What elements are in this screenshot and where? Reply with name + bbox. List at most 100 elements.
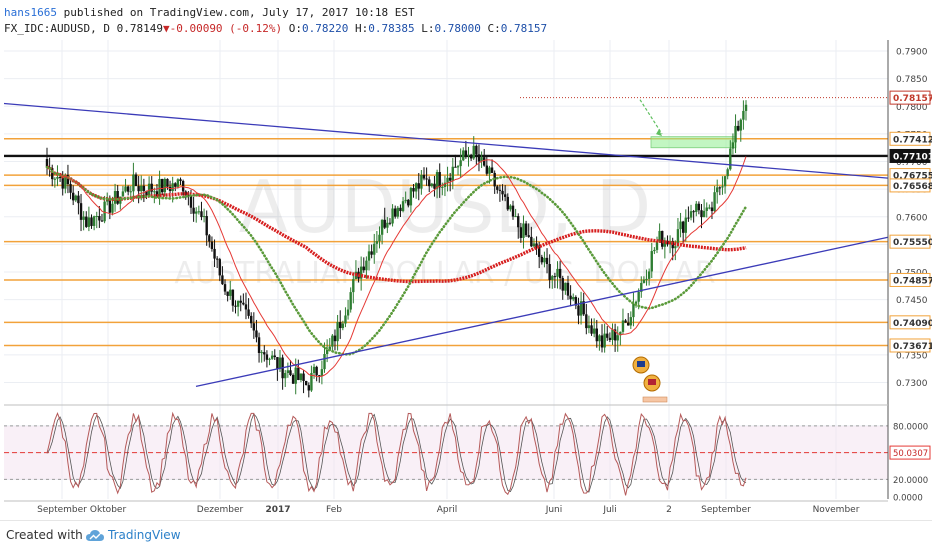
candle-body [352,279,355,293]
candle-body [231,289,235,306]
candle-body [124,186,127,192]
tradingview-link[interactable]: TradingView [108,528,181,542]
candle-body [323,353,326,370]
candle-body [391,208,394,224]
candle-body [577,305,580,316]
australia-flag-icon [637,361,645,367]
candle-body [312,366,316,374]
candle-body [69,184,72,193]
candle-body [74,195,77,201]
candle-body [399,207,402,212]
candle-body [723,176,727,187]
candle-body [129,191,132,193]
candle-body [475,145,478,155]
price-chart[interactable]: AUDUSD, D AUSTRALIAN DOLLAR / U.S. DOLLA… [0,0,932,520]
candle-body [195,211,198,214]
price-axis-labels: 0.73000.73500.74500.75000.75500.76000.76… [889,48,932,504]
candle-body [297,367,300,381]
candle-body [566,282,570,296]
candle-body [380,219,384,235]
candle-body [242,302,245,305]
candle-body [229,289,232,296]
candle-body [417,183,420,189]
candle-body [388,222,392,224]
candle-body [626,322,630,326]
chart-screenshot: hans1665 published on TradingView.com, J… [0,0,932,551]
candle-body [689,211,693,218]
candle-body [132,174,135,192]
candle-body [215,258,219,260]
candle-body [600,335,604,348]
candle-body [561,278,564,291]
projection-arrow-line [639,99,663,135]
candle-body [344,315,347,324]
candle-body [210,241,214,249]
candle-body [647,271,651,279]
candle-body [739,119,742,131]
time-tick-label: Feb [326,505,342,515]
candle-body [197,211,201,213]
candle-body [726,169,729,177]
candle-body [587,325,591,329]
candle-body [407,199,410,206]
time-axis-labels: September Oktober Dezember 2017 Feb April Juni… [37,505,860,515]
stoch-tick-label: 0.0000 [893,494,923,504]
candle-body [485,165,489,174]
candle-body [299,373,303,381]
candle-body [386,222,389,228]
candle-body [331,335,334,347]
candle-body [367,251,371,261]
time-tick-label: Juli [602,505,616,515]
candle-body [459,160,462,167]
candle-body [134,174,138,187]
event-icons[interactable] [632,356,668,403]
candle-body [221,275,224,285]
candle-body [464,150,468,156]
candle-body [82,216,85,220]
candle-body [700,210,703,218]
candle-body [642,279,646,283]
candle-body [174,183,177,187]
candle-body [414,183,418,192]
candle-body [153,191,156,193]
candle-body [137,186,140,192]
price-tick-label: 0.7350 [896,351,928,361]
candle-body [333,335,337,342]
candle-body [718,187,722,189]
candle-body [375,241,379,244]
candle-body [420,174,423,189]
candle-body [273,355,276,358]
footer-bar: Created with TradingView [0,520,932,551]
candle-body [226,291,229,296]
candle-body [218,259,221,276]
candle-body [716,187,719,193]
candle-body [697,203,701,211]
candle-body [428,179,431,187]
price-level-label: 0.78157 [893,94,932,104]
time-tick-label: 2017 [265,505,290,515]
candle-body [721,186,724,188]
candle-body [430,183,434,187]
tradingview-cloud-icon[interactable] [86,529,104,543]
candle-body [548,264,551,280]
candle-body [511,205,515,217]
candle-body [687,217,690,219]
projection-arrow-head [656,129,662,137]
candle-body [632,303,635,318]
time-tick-label: September [701,505,751,515]
candle-body [553,276,557,278]
candle-body [325,350,329,354]
candle-body [569,295,572,300]
candle-body [77,195,80,204]
candle-body [710,207,714,212]
candle-body [401,201,405,212]
candle-body [448,177,452,181]
candle-body [140,185,143,192]
candle-body [611,329,614,340]
candle-body [637,291,640,302]
candle-body [551,276,554,280]
price-level-label: 0.76568 [893,182,932,192]
candle-body [540,256,544,263]
candle-body [53,178,57,180]
candle-body [404,199,407,202]
